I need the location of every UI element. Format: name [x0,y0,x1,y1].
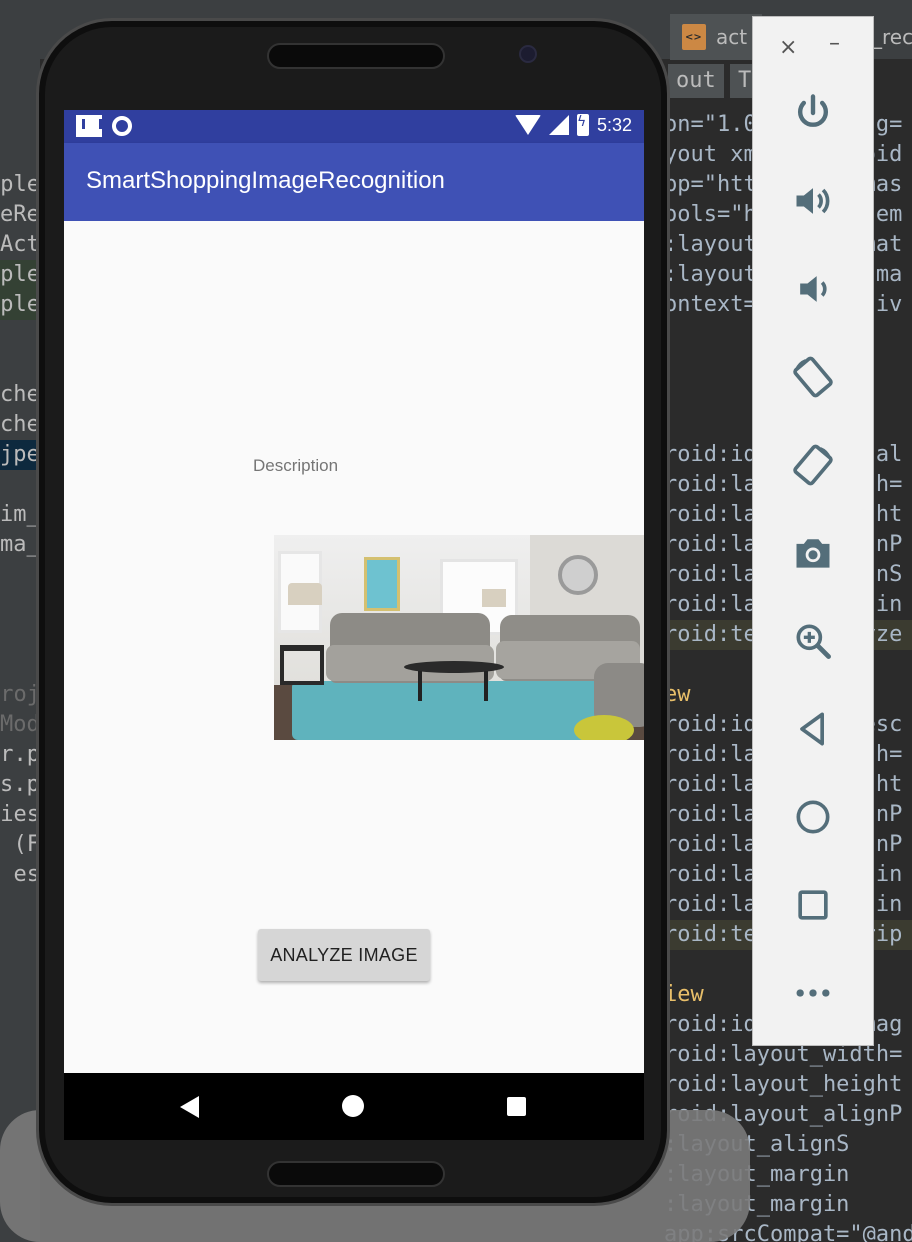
ide-project-line[interactable]: ple. [0,290,40,320]
back-icon[interactable] [753,699,873,759]
ide-project-line[interactable]: Mod [0,710,40,740]
ide-project-line[interactable] [0,470,40,500]
ide-project-line[interactable]: che [0,410,40,440]
emulator-toolbar: × – [752,16,874,1046]
bottom-speaker [267,1161,445,1187]
ide-project-tree: ple.eReActple.ple.chechejpe_im_maProjMod… [0,170,40,890]
nav-recents-icon[interactable] [507,1097,526,1116]
analyze-image-button[interactable]: ANALYZE IMAGE [258,929,430,981]
sync-notification-icon [112,116,132,136]
ide-tab-activity[interactable]: act [670,14,762,60]
ide-project-line[interactable] [0,560,40,590]
ide-project-line[interactable]: eRe [0,200,40,230]
battery-charging-icon [576,114,589,136]
ide-subtab-layout[interactable]: out [668,64,724,98]
ide-project-line[interactable]: ple. [0,170,40,200]
ide-project-line[interactable]: er.p [0,740,40,770]
close-icon[interactable]: × [779,35,797,60]
volume-down-icon[interactable] [753,259,873,319]
power-icon[interactable] [753,83,873,143]
cell-signal-icon [548,115,569,135]
rotate-right-icon[interactable] [753,435,873,495]
ide-project-line[interactable]: s.p [0,770,40,800]
ide-project-line[interactable]: ple. [0,260,40,290]
ide-project-line[interactable]: e (F [0,830,40,860]
phone-screen: 5:32 SmartShoppingImageRecognition Descr… [64,110,644,1140]
navigation-bar [64,1073,644,1140]
home-icon[interactable] [753,787,873,847]
ide-project-line[interactable]: Act [0,230,40,260]
wifi-icon [514,115,541,135]
earpiece-speaker [267,43,445,69]
more-icon[interactable] [753,963,873,1023]
ide-code-line: roid:layout_height [664,1072,903,1097]
ide-project-line[interactable] [0,320,40,350]
description-text: Description [253,456,339,475]
xml-file-icon [682,24,706,50]
status-bar: 5:32 [64,110,644,143]
camera-icon[interactable] [753,523,873,583]
ide-project-line[interactable]: es ( [0,860,40,890]
ide-project-line[interactable]: jpe [0,440,40,470]
front-camera [519,45,537,63]
rotate-left-icon[interactable] [753,347,873,407]
ide-project-line[interactable] [0,350,40,380]
ide-tab-label: _rec [872,25,912,49]
ide-project-line[interactable]: _ma [0,530,40,560]
ide-project-line[interactable]: che [0,380,40,410]
ide-project-line[interactable]: _im [0,500,40,530]
main-content: Description ANALYZE IMAGE [64,221,644,1073]
ide-project-line[interactable]: Proj [0,680,40,710]
app-bar: SmartShoppingImageRecognition [64,143,644,221]
volume-up-icon[interactable] [753,171,873,231]
zoom-icon[interactable] [753,611,873,671]
ide-project-line[interactable] [0,620,40,650]
ide-project-line[interactable]: ties [0,800,40,830]
nav-home-icon[interactable] [342,1095,364,1117]
ide-project-line[interactable] [0,650,40,680]
status-time: 5:32 [596,114,632,135]
ide-tab-label: act [716,25,748,49]
nav-back-icon[interactable] [180,1096,199,1118]
overview-icon[interactable] [753,875,873,935]
gmail-notification-icon [76,115,102,137]
living-room-image [274,535,644,740]
minimize-icon[interactable]: – [829,31,840,56]
ide-project-line[interactable] [0,590,40,620]
app-title: SmartShoppingImageRecognition [86,167,445,194]
